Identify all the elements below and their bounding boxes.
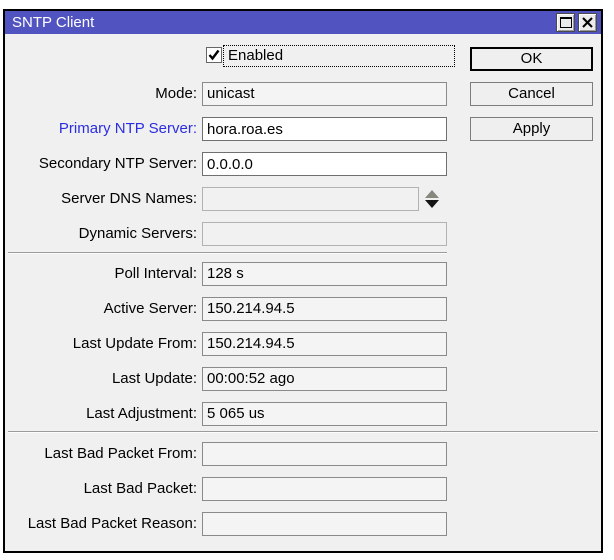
apply-button[interactable]: Apply bbox=[470, 117, 593, 141]
last-bad-packet-label: Last Bad Packet: bbox=[5, 477, 197, 501]
server-dns-names-label: Server DNS Names: bbox=[5, 187, 197, 211]
enabled-checkbox[interactable] bbox=[206, 47, 222, 63]
titlebar: SNTP Client bbox=[5, 11, 601, 34]
secondary-ntp-server-input[interactable] bbox=[202, 152, 447, 176]
last-bad-packet-field bbox=[202, 477, 447, 501]
poll-interval-field: 128 s bbox=[202, 262, 447, 286]
last-adjustment-field: 5 065 us bbox=[202, 402, 447, 426]
dynamic-servers-field bbox=[202, 222, 447, 246]
window-title: SNTP Client bbox=[12, 14, 94, 31]
chevron-up-icon[interactable] bbox=[425, 190, 439, 198]
mode-label: Mode: bbox=[5, 82, 197, 106]
maximize-icon bbox=[560, 17, 572, 28]
enabled-label[interactable]: Enabled bbox=[223, 45, 455, 67]
last-bad-packet-reason-label: Last Bad Packet Reason: bbox=[5, 512, 197, 536]
close-button[interactable] bbox=[578, 13, 597, 32]
separator bbox=[8, 252, 447, 254]
primary-ntp-server-input[interactable] bbox=[202, 117, 447, 141]
dynamic-servers-label: Dynamic Servers: bbox=[5, 222, 197, 246]
active-server-label: Active Server: bbox=[5, 297, 197, 321]
last-update-field: 00:00:52 ago bbox=[202, 367, 447, 391]
primary-ntp-server-label: Primary NTP Server: bbox=[5, 117, 197, 141]
secondary-ntp-server-label: Secondary NTP Server: bbox=[5, 152, 197, 176]
poll-interval-label: Poll Interval: bbox=[5, 262, 197, 286]
last-bad-packet-reason-field bbox=[202, 512, 447, 536]
cancel-button[interactable]: Cancel bbox=[470, 82, 593, 106]
last-update-label: Last Update: bbox=[5, 367, 197, 391]
last-bad-packet-from-field bbox=[202, 442, 447, 466]
sntp-client-window: SNTP Client Enabled OK Cancel Apply Mode… bbox=[3, 9, 603, 553]
active-server-field: 150.214.94.5 bbox=[202, 297, 447, 321]
last-adjustment-label: Last Adjustment: bbox=[5, 402, 197, 426]
close-icon bbox=[582, 17, 593, 28]
chevron-down-icon[interactable] bbox=[425, 200, 439, 208]
ok-button[interactable]: OK bbox=[470, 47, 593, 71]
server-dns-names-field bbox=[202, 187, 419, 211]
maximize-button[interactable] bbox=[556, 13, 575, 32]
checkmark-icon bbox=[208, 49, 220, 61]
server-dns-names-stepper[interactable] bbox=[425, 190, 439, 208]
separator bbox=[8, 431, 598, 433]
mode-field: unicast bbox=[202, 82, 447, 106]
last-bad-packet-from-label: Last Bad Packet From: bbox=[5, 442, 197, 466]
last-update-from-label: Last Update From: bbox=[5, 332, 197, 356]
last-update-from-field: 150.214.94.5 bbox=[202, 332, 447, 356]
